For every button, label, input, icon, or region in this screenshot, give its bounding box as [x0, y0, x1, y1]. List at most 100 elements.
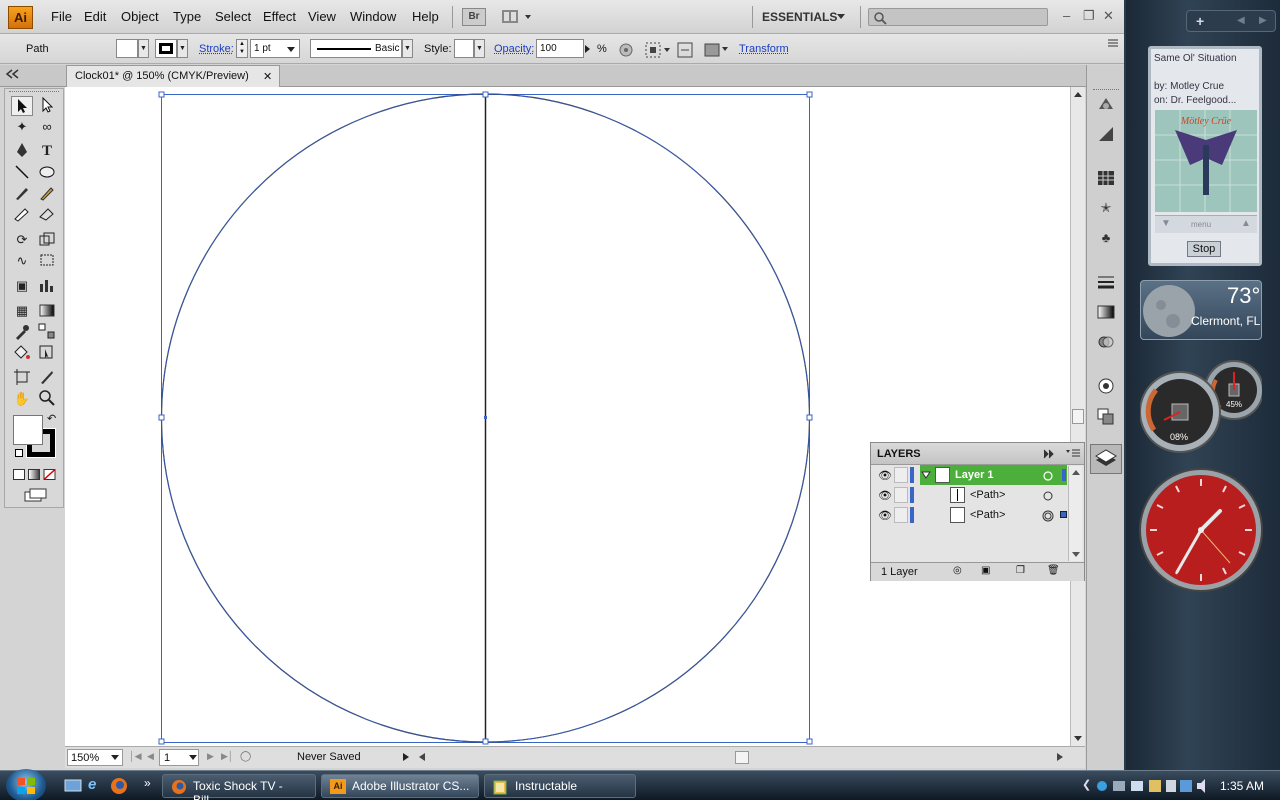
delete-layer-icon[interactable]: 🗑	[1047, 565, 1060, 576]
layers-panel-icon[interactable]	[1090, 444, 1122, 474]
taskbar-item-illustrator[interactable]: Ai Adobe Illustrator CS...	[321, 774, 479, 798]
gradient-tool-icon[interactable]	[36, 301, 58, 321]
eraser-tool-icon[interactable]	[36, 205, 58, 225]
status-menu-chevron-right-icon[interactable]	[402, 752, 410, 762]
layers-panel-title[interactable]: LAYERS	[877, 448, 921, 460]
make-clipping-mask-icon[interactable]: ▣	[981, 565, 990, 576]
firefox-icon[interactable]	[110, 777, 128, 795]
locate-object-icon[interactable]: ◎	[953, 565, 962, 576]
show-desktop-icon[interactable]	[64, 778, 82, 794]
panel-menu-icon[interactable]	[1106, 38, 1120, 48]
visibility-eye-icon[interactable]: 👁	[878, 509, 892, 522]
color-mode-icon[interactable]	[13, 469, 25, 480]
color-panel-icon[interactable]	[1096, 95, 1116, 113]
graphic-styles-panel-icon[interactable]	[1096, 407, 1116, 425]
add-gadget-button[interactable]: +	[1196, 13, 1204, 29]
scale-tool-icon[interactable]	[36, 230, 58, 250]
brushes-panel-icon[interactable]: ✭	[1096, 199, 1116, 217]
visibility-eye-icon[interactable]: 👁	[878, 469, 892, 482]
slice-tool-icon[interactable]	[36, 368, 58, 388]
recolor-artwork-icon[interactable]	[618, 42, 634, 58]
menu-object[interactable]: Object	[121, 9, 159, 24]
blob-brush-tool-icon[interactable]	[11, 205, 33, 225]
rotate-tool-icon[interactable]: ⟳	[11, 230, 33, 250]
fill-dropdown[interactable]: ▼	[138, 39, 149, 58]
symbols-panel-icon[interactable]: ♣	[1096, 229, 1116, 247]
system-tray-icons[interactable]	[1095, 777, 1165, 795]
first-artboard-icon[interactable]: │◀	[129, 751, 142, 762]
collapse-panel-icon[interactable]	[1043, 449, 1055, 459]
artboard-canvas[interactable]	[65, 87, 1070, 746]
menu-help[interactable]: Help	[412, 9, 439, 24]
color-guide-icon[interactable]	[1096, 125, 1116, 143]
thumbs-up-icon[interactable]: ▲	[1241, 218, 1251, 229]
media-menu-button[interactable]: menu	[1191, 220, 1211, 229]
isolate-group-icon[interactable]	[703, 41, 729, 59]
minimize-button[interactable]: –	[1063, 8, 1070, 23]
workspace-chevron-down-icon[interactable]	[836, 12, 846, 22]
none-mode-icon[interactable]	[43, 469, 57, 481]
swatches-panel-icon[interactable]	[1096, 169, 1116, 187]
opacity-chevron-right-icon[interactable]	[584, 44, 592, 54]
arrange-documents-button[interactable]	[500, 8, 536, 26]
stroke-panel-icon[interactable]	[1096, 273, 1116, 291]
bridge-button[interactable]: Br	[462, 8, 486, 26]
next-gadget-icon[interactable]: ▶	[1259, 15, 1267, 26]
status-options-icon[interactable]: ◯	[240, 751, 251, 762]
close-tab-icon[interactable]: ✕	[263, 70, 272, 83]
fill-swatch[interactable]	[116, 39, 138, 58]
selection-tool-icon[interactable]	[11, 96, 33, 116]
layers-scroll-up-icon[interactable]	[1071, 468, 1081, 476]
live-paint-bucket-tool-icon[interactable]	[11, 343, 33, 363]
taskbar-item-explorer[interactable]: Instructable	[484, 774, 636, 798]
target-circle-icon[interactable]	[1042, 490, 1054, 502]
expand-triangle-icon[interactable]	[921, 471, 931, 479]
blend-tool-icon[interactable]	[36, 322, 58, 342]
opacity-field[interactable]: 100	[536, 39, 584, 58]
free-transform-tool-icon[interactable]	[36, 251, 58, 271]
hand-tool-icon[interactable]: ✋	[11, 389, 33, 409]
zoom-chevron-down-icon[interactable]	[111, 755, 119, 761]
taskbar-item-firefox[interactable]: Toxic Shock TV - Bill...	[162, 774, 316, 798]
layers-scrollbar[interactable]	[1068, 466, 1082, 561]
last-artboard-icon[interactable]: ▶│	[221, 751, 234, 762]
screen-mode-icon[interactable]	[23, 487, 49, 503]
zoom-tool-icon[interactable]	[36, 389, 58, 409]
menu-select[interactable]: Select	[215, 9, 251, 24]
stroke-weight-chevron-down-icon[interactable]	[286, 46, 296, 54]
quick-launch-more-icon[interactable]: »	[144, 776, 151, 790]
artboard-tool-icon[interactable]	[11, 368, 33, 388]
column-graph-tool-icon[interactable]	[36, 276, 58, 296]
stop-button[interactable]: Stop	[1187, 241, 1221, 257]
menu-file[interactable]: File	[51, 9, 72, 24]
show-hidden-icons-icon[interactable]: ❮	[1082, 778, 1091, 791]
menu-type[interactable]: Type	[173, 9, 201, 24]
direct-selection-tool-icon[interactable]	[36, 96, 58, 116]
paintbrush-tool-icon[interactable]	[11, 184, 33, 204]
collapse-tools-icon[interactable]	[4, 69, 20, 79]
thumbs-down-icon[interactable]: ▼	[1161, 218, 1171, 229]
scroll-up-icon[interactable]	[1073, 90, 1083, 98]
layer-row-layer-1[interactable]: 👁 Layer 1	[874, 465, 1066, 485]
dock-grip[interactable]	[1093, 89, 1119, 91]
next-artboard-icon[interactable]: ▶	[207, 751, 214, 762]
swap-fill-stroke-icon[interactable]: ↶	[47, 412, 56, 425]
graphic-style-dropdown[interactable]: ▼	[474, 39, 485, 58]
ellipse-tool-icon[interactable]	[36, 163, 58, 183]
transparency-panel-icon[interactable]	[1096, 333, 1116, 351]
start-button[interactable]	[6, 769, 46, 800]
layer-row-path-2[interactable]: 👁 <Path>	[874, 505, 1066, 525]
scroll-right-icon[interactable]	[1056, 752, 1064, 762]
default-colors-icon[interactable]	[15, 449, 23, 457]
opacity-link[interactable]: Opacity:	[494, 43, 534, 55]
menu-effect[interactable]: Effect	[263, 9, 296, 24]
layer-name[interactable]: Layer 1	[955, 469, 994, 481]
line-tool-icon[interactable]	[11, 163, 33, 183]
pen-tool-icon[interactable]	[11, 141, 33, 161]
graphic-style-swatch[interactable]	[454, 39, 474, 58]
magic-wand-tool-icon[interactable]: ✦	[11, 117, 33, 137]
brush-dropdown[interactable]: ▼	[402, 39, 413, 58]
distribute-icon[interactable]	[677, 42, 693, 58]
tray-status-icons[interactable]	[1165, 777, 1215, 795]
pencil-tool-icon[interactable]	[36, 184, 58, 204]
